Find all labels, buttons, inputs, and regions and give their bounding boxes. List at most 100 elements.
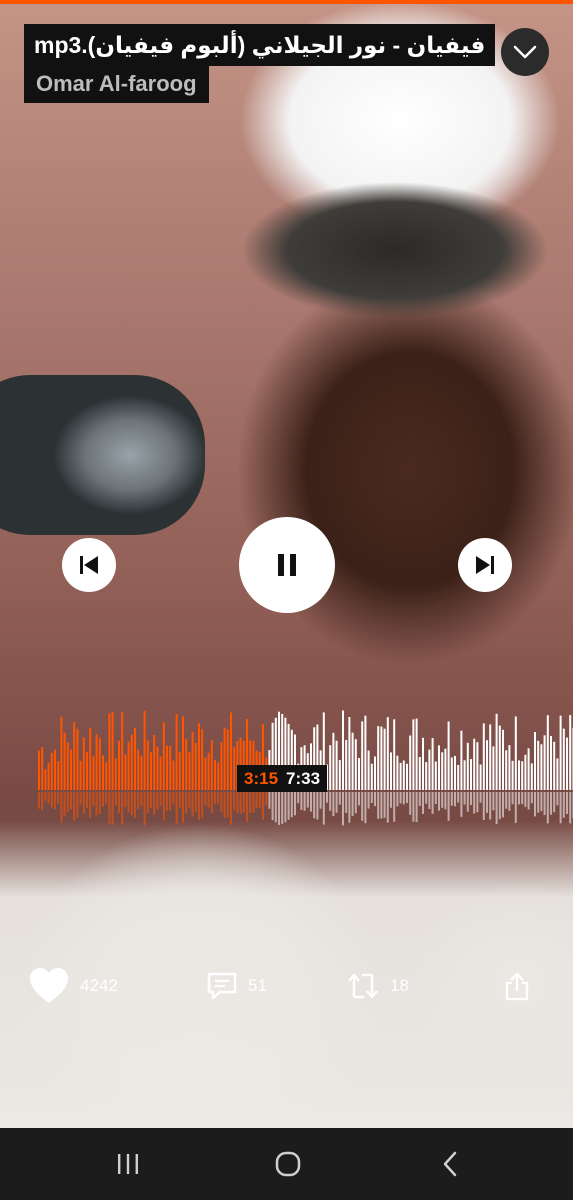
waveform-reflection-bar [89, 792, 92, 818]
waveform-bar [390, 752, 392, 790]
current-time: 3:15 [244, 769, 279, 788]
waveform-reflection-bar [220, 792, 223, 812]
waveform-reflection-bar [326, 792, 328, 803]
waveform-reflection-bar [358, 792, 360, 806]
waveform-bar [191, 731, 194, 790]
waveform-reflection-bar [140, 792, 143, 807]
previous-track-button[interactable] [62, 538, 116, 592]
waveform-reflection-bar [396, 792, 399, 807]
waveform-bar [201, 729, 204, 790]
waveform-reflection-bar [511, 792, 514, 805]
waveform-bar [518, 760, 520, 790]
waveform-reflection-bar [380, 792, 383, 819]
collapse-player-button[interactable] [501, 28, 549, 76]
pause-button[interactable] [239, 517, 335, 613]
waveform-reflection-bar [460, 792, 463, 817]
waveform-bar [396, 755, 399, 790]
waveform-reflection-bar [390, 792, 392, 808]
waveform-reflection-bar [438, 792, 440, 811]
waveform-bar [402, 760, 405, 790]
waveform-bar [473, 738, 476, 790]
waveform-reflection-bar [444, 792, 447, 810]
waveform-reflection-bar [566, 792, 568, 814]
waveform-bar [41, 747, 44, 790]
waveform-reflection-bar [73, 792, 76, 821]
waveform-reflection-bar [207, 792, 210, 808]
chevron-down-icon [513, 45, 537, 59]
waveform-reflection-bar [44, 792, 47, 801]
waveform-bar [438, 745, 440, 790]
waveform-bar [422, 737, 424, 790]
waveform-bar [495, 713, 498, 790]
waveform-bar [188, 752, 191, 790]
waveform-bar [527, 748, 530, 790]
waveform-bar [140, 755, 143, 790]
waveform-bar [367, 750, 370, 790]
waveform-reflection-bar [393, 792, 396, 822]
waveform-reflection-bar [50, 792, 53, 808]
waveform-reflection-bar [255, 792, 258, 809]
waveform-bar [338, 760, 341, 790]
waveform-reflection-bar [338, 792, 341, 805]
waveform-reflection-bar [191, 792, 194, 817]
waveform-bar [226, 729, 229, 790]
waveform-reflection-bar [258, 792, 261, 808]
waveform-bar [377, 726, 380, 790]
like-button[interactable]: 4242 [28, 962, 118, 1010]
waveform-reflection-bar [153, 792, 156, 816]
waveform-reflection-bar [569, 792, 572, 824]
waveform-bar [150, 752, 152, 790]
waveform-scrubber[interactable] [0, 680, 573, 830]
waveform-reflection-bar [402, 792, 405, 805]
waveform-reflection-bar [182, 792, 184, 823]
waveform-reflection-bar [38, 792, 40, 809]
repost-button[interactable]: 18 [346, 962, 409, 1010]
nav-recents-button[interactable] [106, 1128, 150, 1200]
nav-home-button[interactable] [266, 1128, 310, 1200]
system-navigation-bar [0, 1128, 573, 1200]
waveform-reflection-bar [479, 792, 482, 803]
like-count: 4242 [80, 976, 118, 995]
waveform-reflection-bar [550, 792, 552, 815]
track-title[interactable]: فيفيان - نور الجيلاني (ألبوم فيفيان).mp3 [24, 24, 496, 66]
waveform-bar [79, 760, 82, 790]
waveform-bar [383, 728, 386, 790]
waveform-bar [60, 716, 63, 790]
waveform-bar [57, 761, 60, 790]
waveform-reflection-bar [188, 792, 191, 808]
waveform-bar [204, 757, 207, 790]
waveform-bar [127, 741, 130, 790]
waveform-reflection-bar [530, 792, 533, 804]
waveform-bar [412, 719, 415, 790]
next-track-button[interactable] [458, 538, 512, 592]
nav-back-button[interactable] [428, 1128, 472, 1200]
waveform-bar [118, 740, 120, 790]
waveform-reflection-bar [236, 792, 239, 813]
waveform-reflection-bar [543, 792, 546, 815]
waveform-reflection-bar [86, 792, 88, 808]
waveform-bar [76, 728, 79, 790]
waveform-reflection-bar [79, 792, 82, 805]
waveform-reflection-bar [70, 792, 72, 810]
waveform-bar [95, 734, 98, 790]
waveform-bar [441, 752, 444, 790]
waveform-bar [329, 745, 332, 790]
waveform-bar [361, 721, 364, 790]
waveform-reflection-bar [303, 792, 306, 811]
waveform-reflection-bar [278, 792, 280, 825]
waveform-bar [447, 721, 450, 790]
waveform-bar [172, 760, 175, 790]
waveform-bar [530, 763, 533, 790]
waveform-bar [370, 763, 373, 790]
share-button[interactable] [504, 962, 530, 1010]
comment-button[interactable]: 51 [206, 962, 267, 1010]
waveform-reflection-bar [265, 792, 268, 806]
waveform-reflection-bar [463, 792, 466, 805]
waveform-reflection-bar [470, 792, 472, 805]
waveform-reflection-bar [422, 792, 424, 814]
artist-name[interactable]: Omar Al-faroog [24, 66, 209, 103]
waveform-reflection-bar [492, 792, 495, 811]
waveform-reflection-bar [361, 792, 364, 821]
waveform-bar [546, 715, 549, 790]
waveform-reflection-bar [319, 792, 322, 809]
